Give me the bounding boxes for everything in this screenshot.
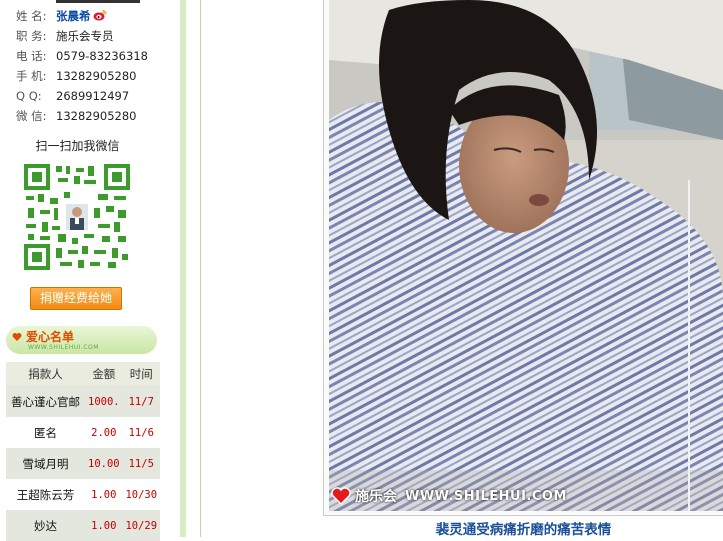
title-value: 施乐会专员: [56, 29, 114, 43]
table-row: 王超陈云芳 1.00 10/30: [6, 479, 160, 510]
wechat-label: 微 信:: [16, 109, 47, 123]
qq-value: 2689912497: [56, 89, 130, 103]
donor-amount: 1.00: [85, 510, 123, 541]
heart-icon: [12, 333, 22, 341]
donor-name[interactable]: 妙达: [6, 510, 86, 541]
donor-amount: 1000.: [85, 386, 123, 417]
donor-amount: 1.00: [85, 479, 123, 510]
donor-name[interactable]: 雪域月明: [6, 448, 86, 479]
watermark-url: WWW.SHILEHUI.COM: [405, 488, 567, 504]
mobile-row: 手 机: 13282905280: [16, 66, 148, 86]
love-list-header: 爱心名单 WWW.SHILEHUI.COM: [6, 326, 157, 354]
donor-date: 11/5: [122, 448, 160, 479]
table-row: 妙达 1.00 10/29: [6, 510, 160, 541]
donor-date: 10/30: [122, 479, 160, 510]
wechat-row: 微 信: 13282905280: [16, 106, 148, 126]
phone-row: 电 话: 0579-83236318: [16, 46, 148, 66]
mobile-value: 13282905280: [56, 69, 137, 83]
weibo-icon[interactable]: [93, 9, 107, 21]
donor-name[interactable]: 善心谨心官邮: [6, 386, 86, 417]
wechat-value: 13282905280: [56, 109, 137, 123]
watermark-logo-text: 施乐会: [355, 489, 397, 505]
name-row: 姓 名: 张晨希: [16, 6, 148, 26]
qq-row: Q Q: 2689912497: [16, 86, 148, 106]
donor-table-header: 捐款人 金额 时间: [6, 362, 160, 386]
sidebar: 姓 名: 张晨希 职 务: 施乐会专员 电 话: 0579-83236318 手 机:…: [0, 0, 180, 541]
donor-name: 匿名: [6, 417, 86, 448]
love-list-url: WWW.SHILEHUI.COM: [28, 344, 99, 351]
phone-label: 电 话:: [16, 49, 47, 63]
phone-value: 0579-83236318: [56, 49, 148, 63]
content-divider: [200, 0, 201, 537]
header-amount: 金额: [85, 362, 123, 386]
sidebar-border: [180, 0, 186, 537]
donor-amount: 2.00: [85, 417, 123, 448]
shilehui-logo-icon: [331, 487, 351, 505]
donor-table: 捐款人 金额 时间 善心谨心官邮 1000. 11/7 匿名 2.00 11/6…: [6, 362, 160, 541]
mobile-label: 手 机:: [16, 69, 47, 83]
table-row: 雪域月明 10.00 11/5: [6, 448, 160, 479]
photo-caption: 裴灵通受病痛折磨的痛苦表情: [435, 522, 612, 538]
qr-title: 扫一扫加我微信: [35, 139, 120, 153]
wechat-qr-code: [24, 164, 130, 270]
donor-date: 10/29: [122, 510, 160, 541]
header-donor: 捐款人: [6, 362, 86, 386]
donor-amount: 10.00: [85, 448, 123, 479]
donor-name[interactable]: 王超陈云芳: [6, 479, 86, 510]
photo-watermark: 施乐会 WWW.SHILEHUI.COM: [331, 486, 567, 506]
table-row: 善心谨心官邮 1000. 11/7: [6, 386, 160, 417]
title-label: 职 务:: [16, 29, 47, 43]
table-row: 匿名 2.00 11/6: [6, 417, 160, 448]
donate-button[interactable]: 捐赠经费给她: [30, 287, 122, 310]
contact-info: 姓 名: 张晨希 职 务: 施乐会专员 电 话: 0579-83236318 手 机:…: [16, 6, 148, 126]
name-label: 姓 名:: [16, 9, 47, 23]
title-row: 职 务: 施乐会专员: [16, 26, 148, 46]
donor-date: 11/6: [122, 417, 160, 448]
patient-photo: [329, 0, 723, 511]
top-bar-fragment: [56, 0, 140, 3]
love-list-title: 爱心名单: [26, 330, 75, 344]
name-link[interactable]: 张晨希: [56, 9, 91, 23]
header-date: 时间: [122, 362, 160, 386]
donor-date: 11/7: [122, 386, 160, 417]
qq-label: Q Q:: [16, 89, 42, 103]
